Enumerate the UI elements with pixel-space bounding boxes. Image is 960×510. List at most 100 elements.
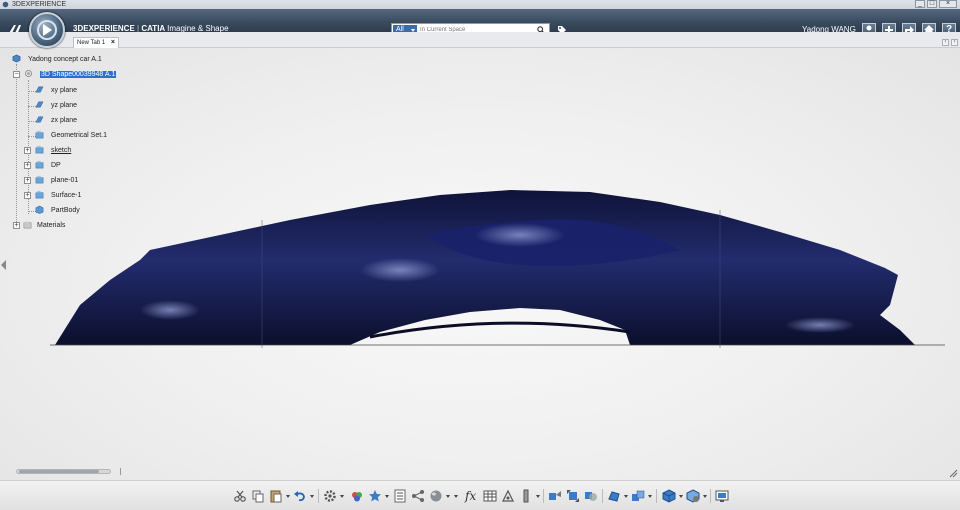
- toolbar-separator: [602, 489, 603, 503]
- tree-label-3d-shape: 3D Shape00039948 A.1: [40, 71, 117, 78]
- chevron-right-icon[interactable]: [454, 495, 458, 498]
- plane-icon: [35, 86, 44, 93]
- tree-expander-plane-01[interactable]: +: [24, 177, 31, 184]
- boolean-icon[interactable]: [584, 489, 598, 503]
- tab-label: New Tab 1: [77, 40, 106, 46]
- partbody-icon: [35, 206, 44, 215]
- toolbar-separator: [543, 489, 544, 503]
- tree-label-geometrical-set: Geometrical Set.1: [51, 132, 108, 139]
- tree-node-partbody[interactable]: PartBody: [35, 205, 80, 217]
- plane-icon: [35, 116, 44, 123]
- folder-icon: [35, 161, 44, 169]
- action-bar: fx: [0, 480, 960, 510]
- window-title: 3DEXPERIENCE: [12, 1, 67, 8]
- shape-icon[interactable]: [607, 489, 621, 503]
- list-icon[interactable]: [393, 489, 407, 503]
- horizontal-scrollbar[interactable]: [16, 469, 111, 474]
- tab-scroll-left-icon[interactable]: ‹: [942, 39, 949, 46]
- tree-node-geometrical-set[interactable]: Geometrical Set.1: [35, 130, 107, 142]
- chevron-down-icon[interactable]: [648, 495, 652, 498]
- window-title-bar: 3DEXPERIENCE _ □ ×: [0, 0, 960, 9]
- tree-expander-surface-1[interactable]: +: [24, 192, 31, 199]
- tree-node-3d-shape[interactable]: 3D Shape00039948 A.1: [24, 69, 117, 81]
- tree-label-root: Yadong concept car A.1: [28, 56, 102, 63]
- chevron-down-icon[interactable]: [385, 495, 389, 498]
- formula-icon[interactable]: fx: [465, 489, 479, 503]
- tree-label-plane-01: plane-01: [51, 177, 79, 184]
- tree-expander-dp[interactable]: +: [24, 162, 31, 169]
- render-icon[interactable]: [429, 489, 443, 503]
- tree-label-zx-plane: zx plane: [51, 117, 78, 124]
- compass-tool-icon[interactable]: [548, 489, 562, 503]
- tree-expander-materials[interactable]: +: [13, 222, 20, 229]
- chevron-down-icon[interactable]: [340, 495, 344, 498]
- undo-icon[interactable]: [293, 489, 307, 503]
- tree-label-partbody: PartBody: [51, 207, 80, 214]
- maximize-button[interactable]: □: [927, 0, 937, 8]
- tree-label-surface-1: Surface-1: [51, 192, 82, 199]
- chevron-down-icon[interactable]: [310, 495, 314, 498]
- tab-bar: New Tab 1 ×: [0, 32, 960, 48]
- app-logo-icon: [2, 1, 9, 8]
- tab-new-tab-1[interactable]: New Tab 1 ×: [73, 37, 119, 48]
- tab-scroll-right-icon[interactable]: ›: [951, 39, 958, 46]
- top-bar: 3DEXPERIENCE | CATIA Imagine & Shape All…: [0, 9, 960, 37]
- close-window-button[interactable]: ×: [939, 0, 957, 8]
- cut-icon[interactable]: [233, 489, 247, 503]
- tree-node-plane-01[interactable]: plane-01: [35, 175, 78, 187]
- folder-icon: [35, 146, 44, 154]
- chevron-left-icon: [1, 260, 6, 270]
- specification-tree: Yadong concept car A.1 − 3D Shape0003994…: [0, 50, 240, 250]
- tree-node-yz-plane[interactable]: yz plane: [35, 100, 77, 112]
- toolbar-separator: [710, 489, 711, 503]
- minimize-button[interactable]: _: [915, 0, 925, 8]
- graph-icon[interactable]: [411, 489, 425, 503]
- close-tab-icon[interactable]: ×: [111, 38, 115, 48]
- tree-expander-shape[interactable]: −: [13, 71, 20, 78]
- tree-label-materials: Materials: [37, 222, 66, 229]
- settings-icon[interactable]: [323, 489, 337, 503]
- materials-icon[interactable]: [350, 489, 364, 503]
- table-icon[interactable]: [483, 489, 497, 503]
- resize-grip-icon[interactable]: [948, 468, 958, 478]
- cube-icon[interactable]: [662, 489, 676, 503]
- favorite-icon[interactable]: [368, 489, 382, 503]
- transform-icon[interactable]: [566, 489, 580, 503]
- compass-widget[interactable]: [29, 12, 65, 48]
- paste-icon[interactable]: [269, 489, 283, 503]
- tree-node-dp[interactable]: DP: [35, 160, 61, 172]
- 3d-shape-icon: [25, 70, 32, 78]
- tree-node-xy-plane[interactable]: xy plane: [35, 85, 77, 97]
- toolbar-separator: [656, 489, 657, 503]
- scrollbar-thumb[interactable]: [19, 470, 99, 473]
- folder-icon: [35, 191, 44, 199]
- probe-icon[interactable]: [519, 489, 533, 503]
- chevron-right-icon[interactable]: [536, 495, 540, 498]
- chevron-down-icon[interactable]: [679, 495, 683, 498]
- materials-folder-icon: [23, 221, 32, 229]
- scrollbar-end-divider: [120, 468, 126, 475]
- tree-label-sketch: sketch: [51, 147, 72, 154]
- play-icon: [43, 24, 52, 36]
- copy-icon[interactable]: [251, 489, 265, 503]
- tree-expander-sketch[interactable]: +: [24, 147, 31, 154]
- tree-node-root[interactable]: Yadong concept car A.1: [12, 54, 102, 66]
- view-icon[interactable]: [686, 489, 700, 503]
- chevron-down-icon[interactable]: [624, 495, 628, 498]
- chevron-down-icon[interactable]: [703, 495, 707, 498]
- tree-node-zx-plane[interactable]: zx plane: [35, 115, 77, 127]
- chevron-down-icon[interactable]: [446, 495, 450, 498]
- folder-icon: [35, 176, 44, 184]
- group-icon[interactable]: [631, 489, 645, 503]
- tree-label-xy-plane: xy plane: [51, 87, 78, 94]
- geometrical-set-icon: [35, 131, 44, 139]
- tree-node-sketch[interactable]: sketch: [35, 145, 71, 157]
- tree-node-surface-1[interactable]: Surface-1: [35, 190, 81, 202]
- tree-label-yz-plane: yz plane: [51, 102, 78, 109]
- tree-node-materials[interactable]: Materials: [23, 220, 65, 232]
- measure-icon[interactable]: [501, 489, 515, 503]
- chevron-down-icon[interactable]: [286, 495, 290, 498]
- capture-icon[interactable]: [715, 489, 729, 503]
- product-icon: [12, 54, 21, 63]
- panel-collapse-handle[interactable]: [0, 250, 9, 280]
